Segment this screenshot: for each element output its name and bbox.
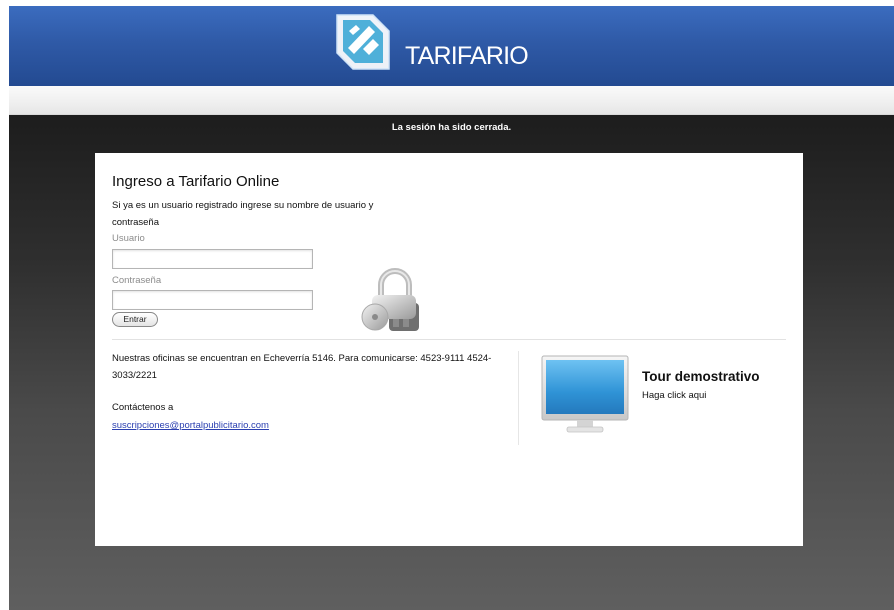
contact-label: Contáctenos a — [112, 402, 174, 413]
username-label: Usuario — [112, 233, 145, 244]
toolbar-strip — [9, 86, 894, 115]
offices-info: Nuestras oficinas se encuentran en Echev… — [112, 353, 492, 381]
tour-link[interactable]: Haga click aqui — [642, 390, 706, 401]
tarifario-logo-icon[interactable] — [335, 13, 391, 72]
tour-title: Tour demostrativo — [642, 369, 760, 384]
page-frame: TARIFARIO La sesión ha sido cerrada. Ing… — [0, 0, 894, 610]
login-card: Ingreso a Tarifario Online Si ya es un u… — [95, 153, 803, 546]
password-input[interactable] — [112, 290, 313, 310]
session-closed-message: La sesión ha sido cerrada. — [391, 122, 512, 133]
password-label: Contraseña — [112, 275, 162, 286]
monitor-icon[interactable] — [541, 354, 629, 436]
contact-email-link[interactable]: suscripciones@portalpublicitario.com — [112, 420, 269, 431]
login-description: Si ya es un usuario registrado ingrese s… — [112, 200, 374, 228]
section-divider — [112, 339, 786, 340]
username-input[interactable] — [112, 249, 313, 269]
brand-title: TARIFARIO — [405, 42, 529, 70]
login-title: Ingreso a Tarifario Online — [112, 173, 280, 190]
header-bar: TARIFARIO — [9, 6, 894, 86]
column-divider — [518, 351, 519, 445]
login-submit-button[interactable]: Entrar — [112, 312, 158, 327]
padlock-keys-icon — [361, 268, 419, 331]
